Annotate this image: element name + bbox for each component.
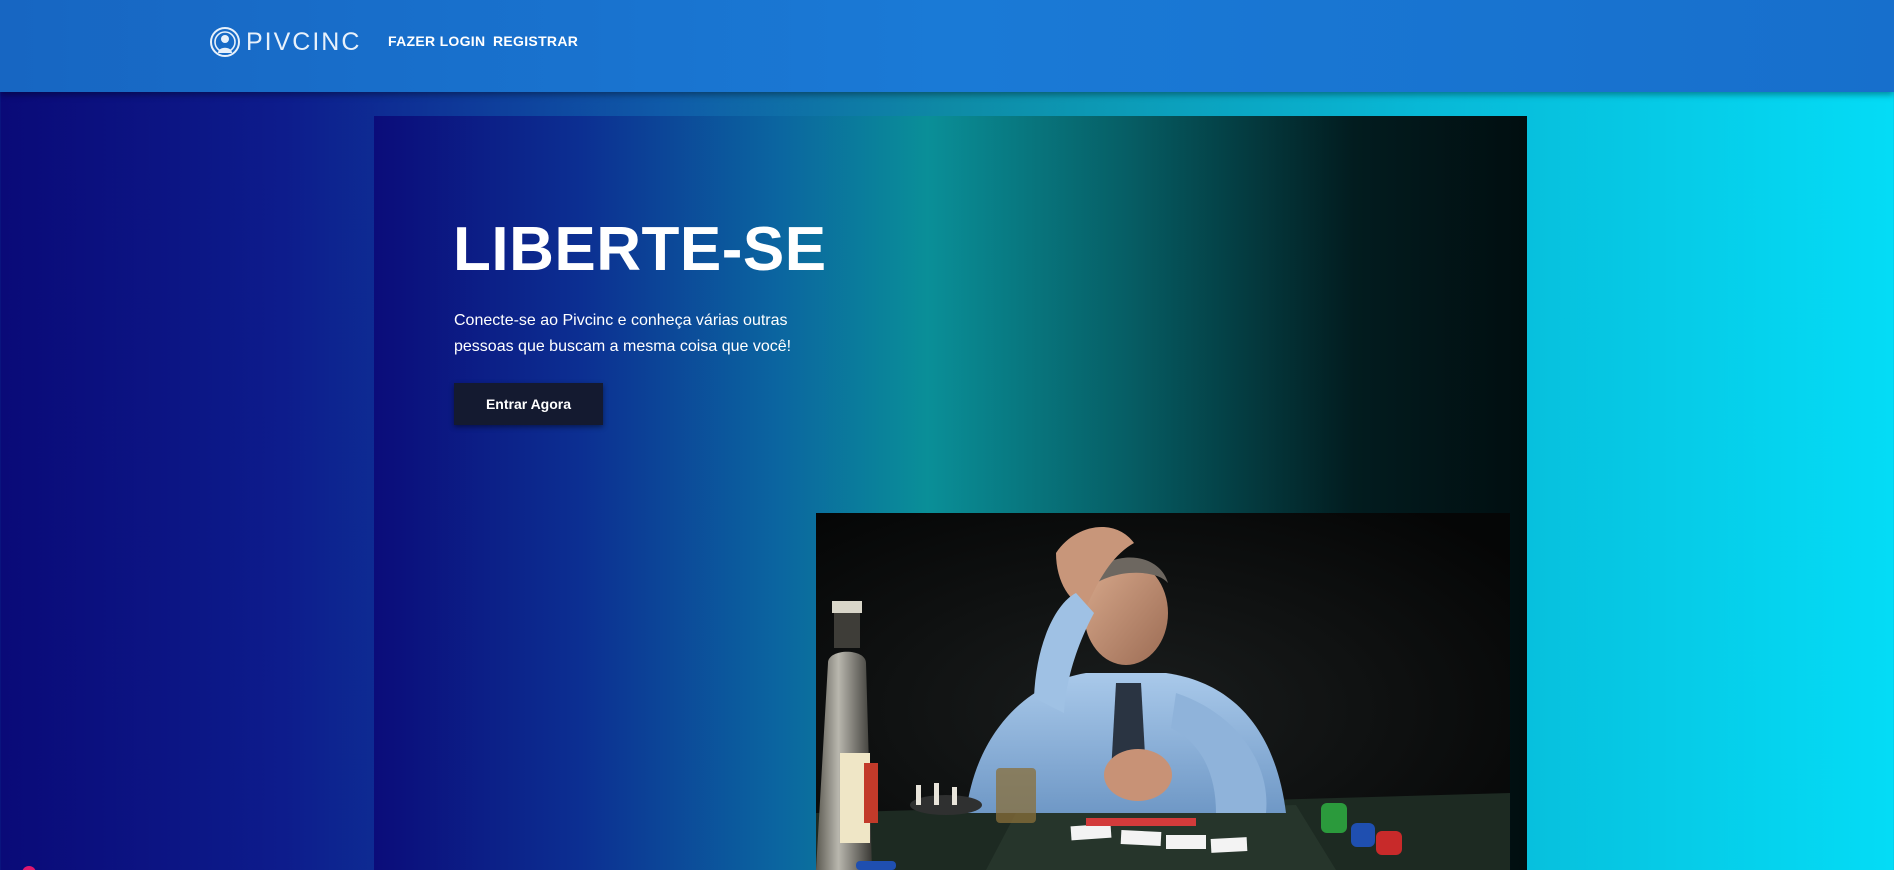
nav-register-link[interactable]: REGISTRAR: [493, 33, 578, 49]
top-navbar: PIVCINC FAZER LOGIN REGISTRAR: [0, 0, 1894, 92]
hero-subtitle: Conecte-se ao Pivcinc e conheça várias o…: [454, 312, 792, 355]
hero-panel: LIBERTE-SE Conecte-se ao Pivcinc e conhe…: [374, 116, 1527, 870]
person-broadcast-icon: [210, 27, 240, 57]
brand-logo[interactable]: PIVCINC: [209, 24, 361, 60]
nav-login-link[interactable]: FAZER LOGIN: [388, 33, 485, 49]
brand-name: PIVCINC: [246, 27, 362, 56]
enter-now-button[interactable]: Entrar Agora: [454, 383, 603, 425]
notification-dot: [22, 866, 36, 870]
hero-photo: [816, 513, 1510, 870]
gambler-photo-image: [816, 513, 1510, 870]
hero-title: LIBERTE-SE: [453, 215, 827, 284]
